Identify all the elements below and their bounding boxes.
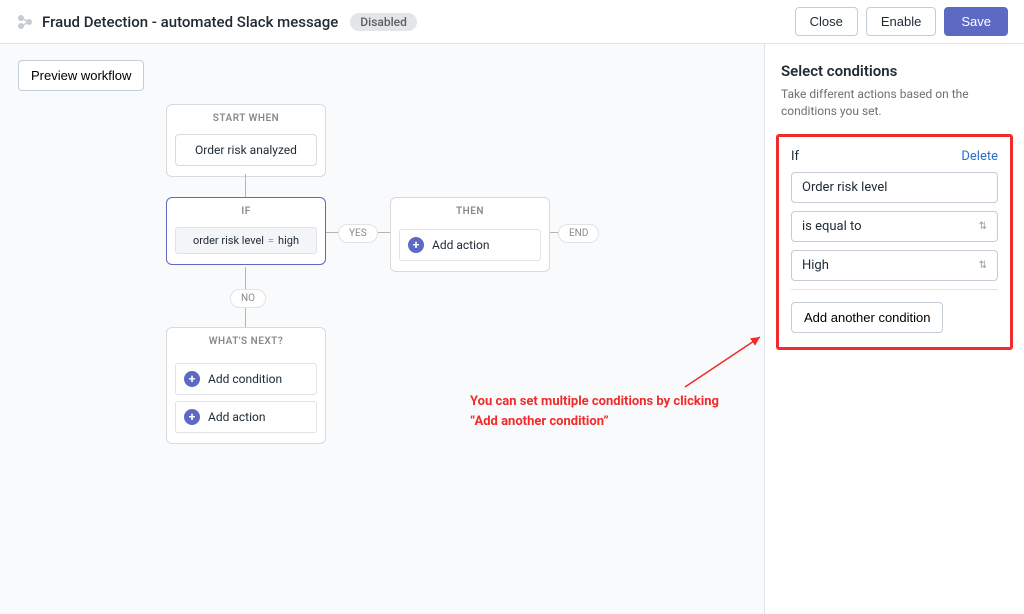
plus-icon: + — [184, 409, 200, 425]
connector-vertical — [245, 174, 246, 197]
condition-value-value: High — [802, 258, 829, 273]
conditions-sidebar: Select conditions Take different actions… — [764, 44, 1024, 614]
condition-field-select[interactable]: Order risk level — [791, 172, 998, 203]
sidebar-title: Select conditions — [781, 62, 1008, 80]
yes-pill: YES — [338, 224, 378, 243]
annotation-line1: You can set multiple conditions by click… — [470, 392, 780, 412]
then-add-action-label: Add action — [432, 238, 489, 252]
no-pill: NO — [230, 289, 266, 308]
condition-operator-select[interactable]: is equal to ⇅ — [791, 211, 998, 242]
end-pill: END — [558, 224, 599, 243]
then-node[interactable]: THEN + Add action — [390, 197, 550, 272]
if-node-head: IF — [167, 198, 325, 221]
condition-field-value: Order risk level — [802, 180, 887, 195]
then-node-head: THEN — [391, 198, 549, 219]
if-cond-field: order risk level — [193, 234, 264, 247]
divider — [791, 289, 998, 290]
add-condition-label: Add condition — [208, 372, 282, 386]
if-cond-value: high — [278, 234, 299, 247]
start-node[interactable]: START WHEN Order risk analyzed — [166, 104, 326, 177]
if-condition-chip: order risk level = high — [175, 227, 317, 254]
add-condition-button[interactable]: + Add condition — [175, 363, 317, 395]
if-node[interactable]: IF order risk level = high — [166, 197, 326, 265]
workflow-canvas: Preview workflow START WHEN Order risk a… — [0, 44, 764, 614]
if-cond-operator: = — [268, 234, 274, 247]
chevron-updown-icon: ⇅ — [979, 221, 987, 232]
start-node-head: START WHEN — [167, 105, 325, 128]
add-action-button[interactable]: + Add action — [175, 401, 317, 433]
start-trigger-chip: Order risk analyzed — [175, 134, 317, 166]
annotation-text: You can set multiple conditions by click… — [470, 392, 780, 431]
add-action-label: Add action — [208, 410, 265, 424]
chevron-updown-icon: ⇅ — [979, 260, 987, 271]
annotation-line2: “Add another condition” — [470, 412, 780, 432]
annotation-arrow — [680, 332, 770, 392]
workflow-icon — [16, 13, 34, 31]
plus-icon: + — [408, 237, 424, 253]
close-button[interactable]: Close — [795, 7, 858, 36]
condition-editor-panel: If Delete Order risk level is equal to ⇅… — [777, 135, 1012, 349]
save-button[interactable]: Save — [944, 7, 1008, 36]
enable-button[interactable]: Enable — [866, 7, 936, 36]
sidebar-description: Take different actions based on the cond… — [781, 86, 1008, 121]
page-title: Fraud Detection - automated Slack messag… — [42, 13, 338, 31]
whats-next-node: WHAT'S NEXT? + Add condition + Add actio… — [166, 327, 326, 444]
condition-value-select[interactable]: High ⇅ — [791, 250, 998, 281]
then-add-action[interactable]: + Add action — [399, 229, 541, 261]
if-label: If — [791, 149, 799, 164]
delete-condition-link[interactable]: Delete — [961, 149, 998, 164]
whats-next-head: WHAT'S NEXT? — [167, 328, 325, 351]
header-bar: Fraud Detection - automated Slack messag… — [0, 0, 1024, 44]
plus-icon: + — [184, 371, 200, 387]
add-another-condition-button[interactable]: Add another condition — [791, 302, 943, 333]
condition-operator-value: is equal to — [802, 219, 862, 234]
status-badge: Disabled — [350, 13, 417, 31]
preview-workflow-button[interactable]: Preview workflow — [18, 60, 144, 91]
